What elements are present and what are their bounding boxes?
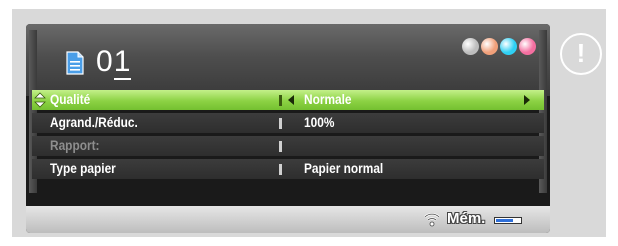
menu-row-label: Type papier <box>50 161 116 176</box>
ink-dot-4 <box>519 38 536 55</box>
memory-gauge-fill <box>496 219 513 222</box>
menu-row-value: Papier normal <box>304 161 384 176</box>
copy-count-cursor-digit: 1 <box>113 45 132 80</box>
document-icon <box>66 51 84 75</box>
memory-gauge <box>494 217 522 224</box>
ink-dot-1 <box>462 38 479 55</box>
menu-row-label: Agrand./Réduc. <box>50 115 138 130</box>
column-separator <box>279 95 282 106</box>
ink-dot-2 <box>481 38 498 55</box>
settings-menu: Qualité Normale Agrand./Réduc. 100% Rapp… <box>32 90 544 182</box>
alert-icon[interactable]: ! <box>560 33 602 75</box>
arrow-left-icon[interactable] <box>288 95 294 105</box>
up-down-scroll-icon <box>34 92 46 108</box>
menu-row-value: 100% <box>304 115 335 130</box>
menu-row-label: Qualité <box>50 92 91 107</box>
menu-row-paper-type[interactable]: Type papier Papier normal <box>32 159 544 179</box>
menu-row-ratio: Rapport: <box>32 136 544 156</box>
column-separator <box>279 164 282 175</box>
column-separator <box>279 141 282 152</box>
menu-row-value: Normale <box>304 92 352 107</box>
ink-dot-3 <box>500 38 517 55</box>
menu-row-label: Rapport: <box>50 138 100 153</box>
copy-count[interactable]: 01 <box>96 45 132 80</box>
wifi-icon <box>424 212 440 227</box>
menu-row-quality[interactable]: Qualité Normale <box>32 90 544 110</box>
column-separator <box>279 118 282 129</box>
lcd-screen: 01 Qualité Normale Agrand./Réduc. 100% R… <box>26 24 550 233</box>
arrow-right-icon[interactable] <box>524 95 530 105</box>
menu-row-enlarge-reduce[interactable]: Agrand./Réduc. 100% <box>32 113 544 133</box>
memory-label: Mém. <box>447 210 486 227</box>
status-bar: Mém. <box>26 206 550 233</box>
copy-count-prefix: 0 <box>96 45 114 78</box>
